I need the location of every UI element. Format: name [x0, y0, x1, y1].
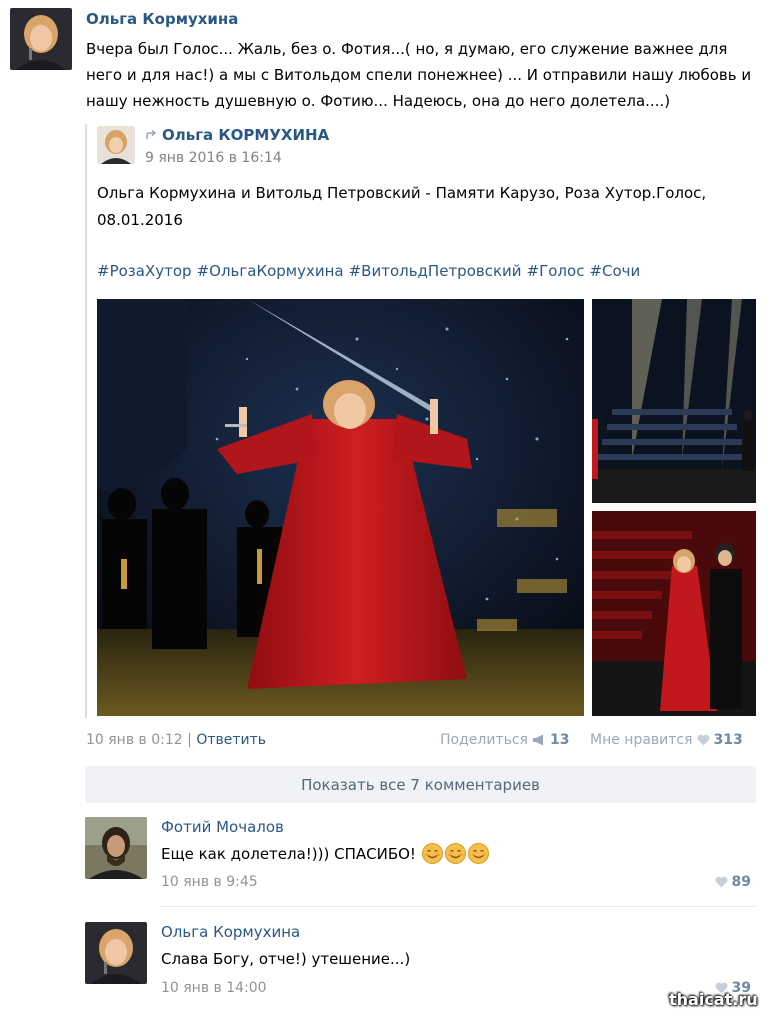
show-all-comments-label: Показать все 7 комментариев: [301, 775, 540, 794]
like-label: Мне нравится: [590, 732, 693, 748]
like-count: 313: [713, 732, 743, 748]
photo-duet[interactable]: [592, 511, 756, 716]
hashtag-link[interactable]: #ВитольдПетровский: [349, 262, 522, 280]
comment-text: Еще как долетела!))) СПАСИБО!: [161, 843, 489, 864]
post-text: Вчера был Голос... Жаль, без о. Фотия...…: [86, 40, 752, 110]
comment-author-link[interactable]: Фотий Мочалов: [161, 818, 284, 836]
hashtag-link[interactable]: #Сочи: [589, 262, 640, 280]
heart-icon: [697, 734, 710, 746]
photo-stage[interactable]: [592, 299, 756, 503]
repost-icon: [146, 129, 157, 139]
post-time-row: 10 янв в 0:12 | Ответить: [86, 732, 266, 748]
comment-like-button[interactable]: 89: [715, 874, 751, 890]
post-meta-row: 10 янв в 0:12 | Ответить Поделиться 13 М…: [86, 732, 756, 752]
show-all-comments-button[interactable]: Показать все 7 комментариев: [85, 766, 756, 803]
comment-date[interactable]: 10 янв в 9:45: [161, 874, 258, 890]
meta-separator: |: [187, 732, 192, 748]
smile-emoji-icon: [444, 843, 466, 864]
reply-link[interactable]: Ответить: [196, 732, 266, 748]
repost-author-row: Ольга КОРМУХИНА: [145, 126, 329, 144]
share-count: 13: [549, 732, 570, 748]
comment-avatar[interactable]: [85, 922, 147, 984]
hashtag-link[interactable]: #ОльгаКормухина: [197, 262, 344, 280]
share-label: Поделиться: [440, 732, 528, 748]
post-author-link[interactable]: Ольга Кормухина: [86, 10, 238, 28]
comment-divider: [161, 906, 756, 907]
hashtag-link[interactable]: #Голос: [527, 262, 585, 280]
comment-date[interactable]: 10 янв в 14:00: [161, 980, 267, 996]
comment-author-link[interactable]: Ольга Кормухина: [161, 923, 300, 941]
repost-author-avatar[interactable]: [97, 126, 135, 164]
repost-author-link[interactable]: Ольга КОРМУХИНА: [162, 126, 329, 144]
hashtag-list: #РозаХутор #ОльгаКормухина #ВитольдПетро…: [97, 262, 640, 280]
watermark: thaicat.ru: [669, 990, 758, 1009]
comment-text: Слава Богу, отче!) утешение...): [161, 950, 410, 968]
repost-date[interactable]: 9 янв 2016 в 16:14: [145, 150, 282, 166]
repost-divider: [85, 124, 87, 718]
share-button[interactable]: Поделиться 13: [440, 732, 569, 748]
smile-emoji-icon: [421, 843, 443, 864]
post-time[interactable]: 10 янв в 0:12: [86, 732, 183, 748]
repost-text: Ольга Кормухина и Витольд Петровский - П…: [97, 184, 707, 229]
comment-text-content: Слава Богу, отче!) утешение...): [161, 950, 411, 968]
like-button[interactable]: Мне нравится 313: [590, 732, 743, 748]
post-author-avatar[interactable]: [10, 8, 72, 70]
comment-avatar[interactable]: [85, 817, 147, 879]
photo-main[interactable]: [97, 299, 584, 716]
comment-like-count: 89: [731, 874, 751, 890]
smile-emoji-icon: [467, 843, 489, 864]
heart-icon: [715, 876, 727, 888]
comment-text-content: Еще как долетела!))) СПАСИБО!: [161, 844, 416, 863]
megaphone-icon: [532, 734, 543, 746]
hashtag-link[interactable]: #РозаХутор: [97, 262, 192, 280]
